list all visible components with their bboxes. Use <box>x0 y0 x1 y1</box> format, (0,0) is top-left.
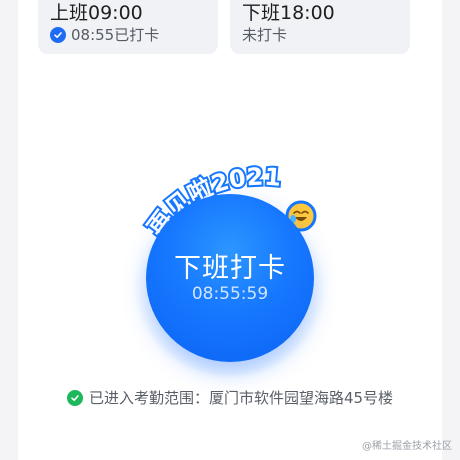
clock-out-status-text: 未打卡 <box>242 26 288 44</box>
attendance-location-status: 已进入考勤范围：厦门市软件园望海路45号楼 <box>0 387 460 408</box>
clock-in-status: 08:55已打卡 <box>50 24 159 45</box>
clock-out-button-label: 下班打卡 <box>174 253 286 284</box>
clock-out-card[interactable]: 下班18:00 未打卡 <box>230 0 410 54</box>
watermark: @稀土掘金技术社区 <box>362 441 452 452</box>
clock-in-time-label: 上班09:00 <box>50 2 143 24</box>
clock-out-button[interactable]: 下班打卡 08:55:59 <box>146 194 314 362</box>
clock-in-status-text: 08:55已打卡 <box>71 26 160 44</box>
check-circle-icon <box>50 26 66 43</box>
clock-in-card[interactable]: 上班09:00 08:55已打卡 <box>38 0 218 54</box>
attendance-page: 上班09:00 08:55已打卡 下班18:00 未打卡 再见啦2021 <box>0 0 460 460</box>
clock-out-status: 未打卡 <box>242 24 287 45</box>
attendance-location-text: 已进入考勤范围：厦门市软件园望海路45号楼 <box>88 389 394 407</box>
check-circle-icon <box>66 389 83 406</box>
current-time: 08:55:59 <box>191 284 269 304</box>
clock-out-button-wrapper: 下班打卡 08:55:59 <box>136 188 324 376</box>
clock-out-time-label: 下班18:00 <box>242 2 335 24</box>
